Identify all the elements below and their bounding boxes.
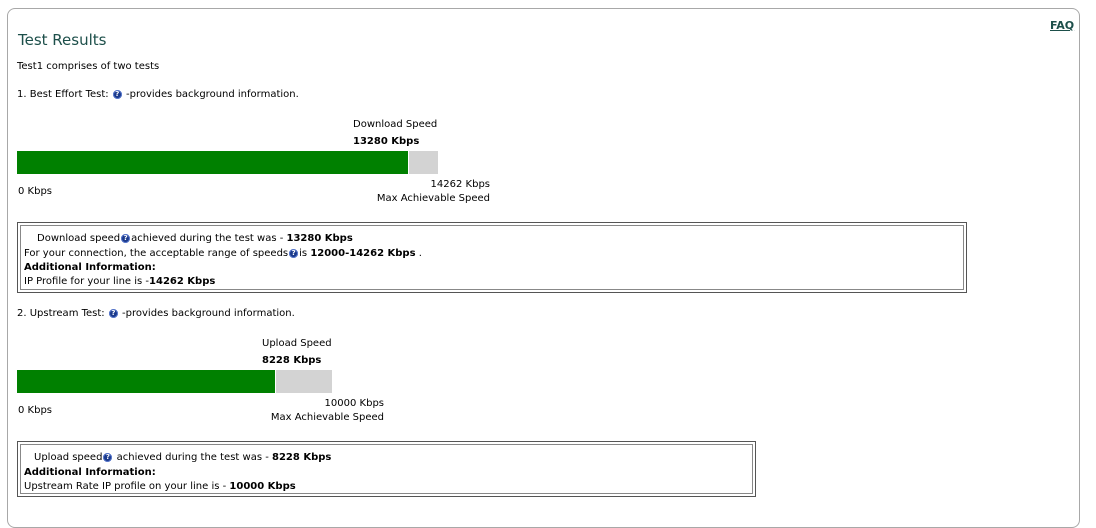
upload-min-label: 0 Kbps [18,405,53,416]
download-info-line2-prefix: For your connection, the acceptable rang… [24,248,289,259]
upload-info-line1: Upload speed? achieved during the test w… [34,451,331,465]
upload-info-line3: Upstream Rate IP profile on your line is… [24,480,296,494]
download-acceptable-range: 12000-14262 Kbps [310,248,416,259]
download-info-line2-middle: is [299,248,311,259]
download-info-line1-prefix: Download speed [37,233,121,244]
download-speed-value: 13280 Kbps [353,136,420,147]
download-max-label: Max Achievable Speed [376,193,490,204]
download-info-line2: For your connection, the acceptable rang… [24,247,422,261]
question-circle-icon[interactable]: ? [121,233,131,243]
upload-speed-value: 8228 Kbps [262,355,322,366]
question-circle-icon[interactable]: ? [108,308,118,318]
download-test-heading: 1. Best Effort Test: ? -provides backgro… [17,89,299,100]
download-info-box: Download speed? achieved during the test … [17,222,967,293]
intro-text: Test1 comprises of two tests [17,61,160,72]
download-info-line4: IP Profile for your line is -14262 Kbps [24,275,215,289]
download-speed-label: Download Speed [353,119,438,130]
download-info-line4-prefix: IP Profile for your line is - [24,276,150,287]
download-ip-profile-value: 14262 Kbps [149,276,216,287]
download-speed-bar-fill [17,151,409,174]
download-speed-bar [17,151,438,174]
upload-speed-label: Upload Speed [262,338,332,349]
download-info-line1: Download speed? achieved during the test … [37,232,353,246]
upload-info-line1-prefix: Upload speed [34,452,103,463]
upload-info-line1-middle: achieved during the test was - [113,452,273,463]
upload-max-label: Max Achievable Speed [270,412,384,423]
download-info-line2-suffix: . [415,248,422,259]
page-title: Test Results [18,31,107,49]
download-test-heading-suffix: -provides background information. [126,89,299,100]
upload-achieved-speed: 8228 Kbps [272,452,332,463]
download-max-value: 14262 Kbps [430,179,490,190]
download-test-heading-prefix: 1. Best Effort Test: [17,89,109,100]
download-min-label: 0 Kbps [18,186,53,197]
question-circle-icon[interactable]: ? [289,248,299,258]
download-additional-info-label: Additional Information: [24,262,156,273]
upload-speed-bar [17,370,332,393]
upload-test-heading: 2. Upstream Test: ? -provides background… [17,308,295,319]
upload-test-heading-suffix: -provides background information. [122,308,295,319]
upload-additional-info-label: Additional Information: [24,467,156,478]
question-circle-icon[interactable]: ? [112,89,122,99]
upload-speed-bar-fill [17,370,277,393]
upload-test-heading-prefix: 2. Upstream Test: [17,308,105,319]
faq-link[interactable]: FAQ [1050,19,1074,32]
question-circle-icon[interactable]: ? [103,452,113,462]
upload-ip-profile-value: 10000 Kbps [229,481,296,492]
download-info-line1-middle: achieved during the test was - [131,233,287,244]
download-achieved-speed: 13280 Kbps [286,233,353,244]
upload-max-value: 10000 Kbps [324,398,384,409]
upload-info-line3-prefix: Upstream Rate IP profile on your line is… [24,481,230,492]
upload-info-box: Upload speed? achieved during the test w… [17,441,756,497]
